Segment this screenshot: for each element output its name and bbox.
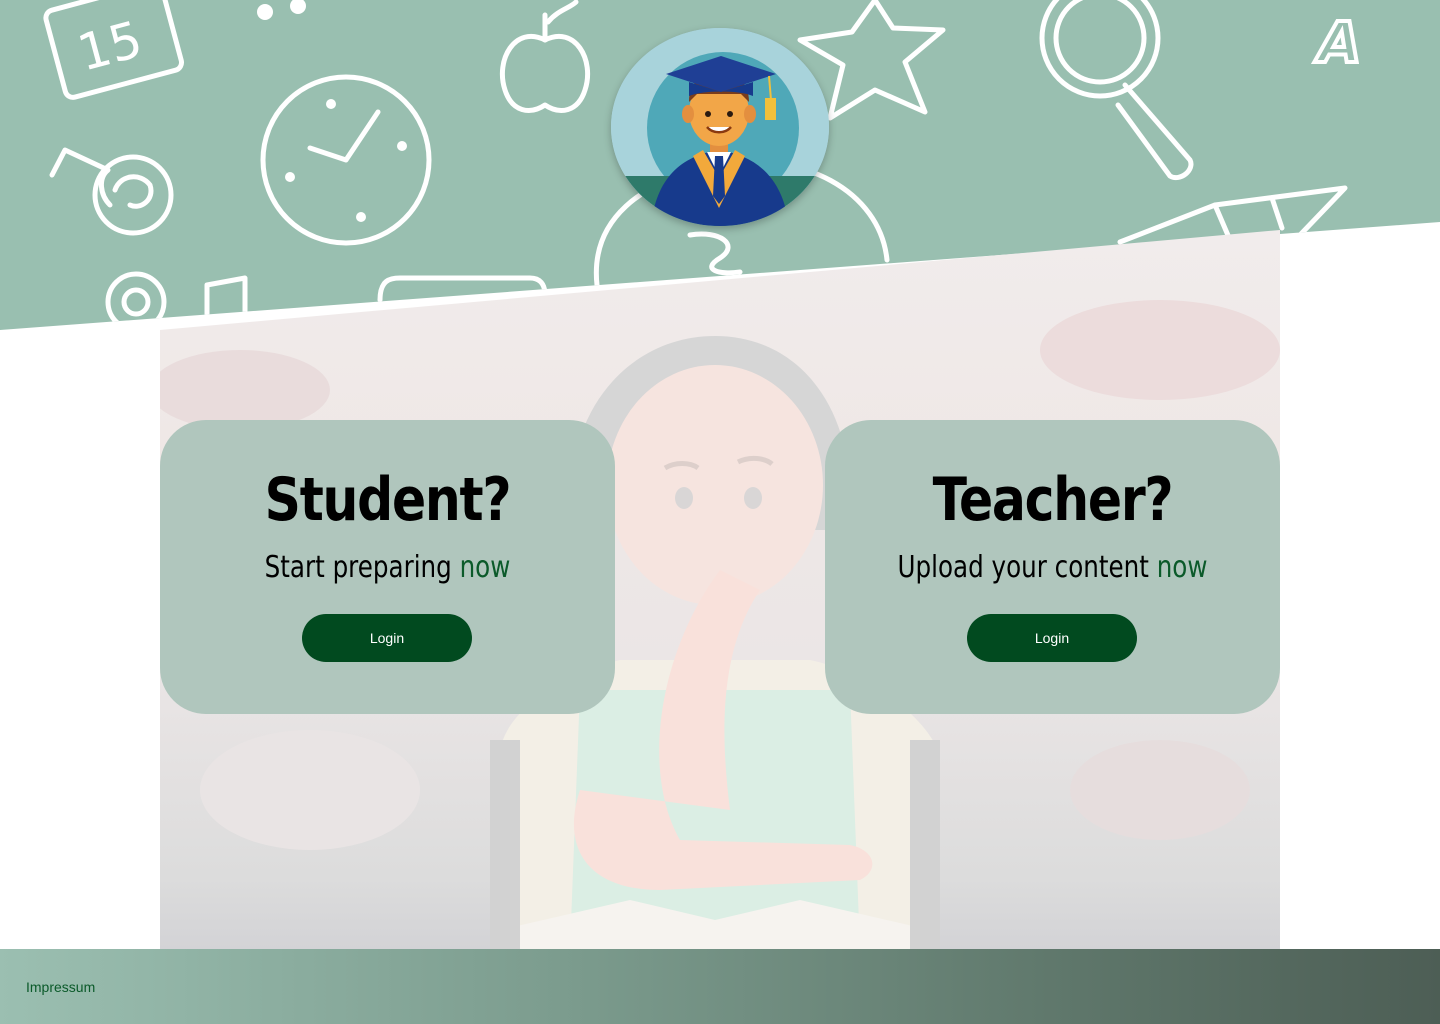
student-title: Student? (264, 465, 512, 535)
music-note-icon (257, 0, 306, 20)
svg-text:15: 15 (72, 10, 148, 82)
teacher-subtitle-accent: now (1156, 550, 1208, 585)
student-login-button[interactable]: Login (302, 614, 472, 662)
graduate-icon (611, 28, 829, 226)
student-subtitle-text: Start preparing (264, 550, 452, 585)
flask-icon (49, 147, 174, 236)
teacher-login-button[interactable]: Login (967, 614, 1137, 662)
impressum-link[interactable]: Impressum (26, 979, 95, 995)
teacher-subtitle-text: Upload your content (897, 550, 1149, 585)
letter-a-icon: A (1312, 9, 1363, 78)
teacher-card: Teacher? Upload your content now Login (825, 420, 1280, 714)
graduate-avatar (611, 28, 829, 226)
svg-text:A: A (1314, 11, 1361, 76)
calendar-icon: 15 (43, 0, 185, 100)
apple-icon (499, 0, 591, 113)
student-card: Student? Start preparing now Login (160, 420, 615, 714)
footer: Impressum (0, 949, 1440, 1024)
student-subtitle: Start preparing now (201, 550, 574, 586)
gear-icon (105, 271, 167, 330)
magnifier-icon (1039, 0, 1194, 180)
pencil-icon (1117, 185, 1348, 245)
student-subtitle-accent: now (459, 550, 511, 585)
clock-icon (260, 74, 432, 246)
teacher-subtitle: Upload your content now (866, 550, 1239, 586)
teacher-title: Teacher? (932, 465, 1174, 535)
